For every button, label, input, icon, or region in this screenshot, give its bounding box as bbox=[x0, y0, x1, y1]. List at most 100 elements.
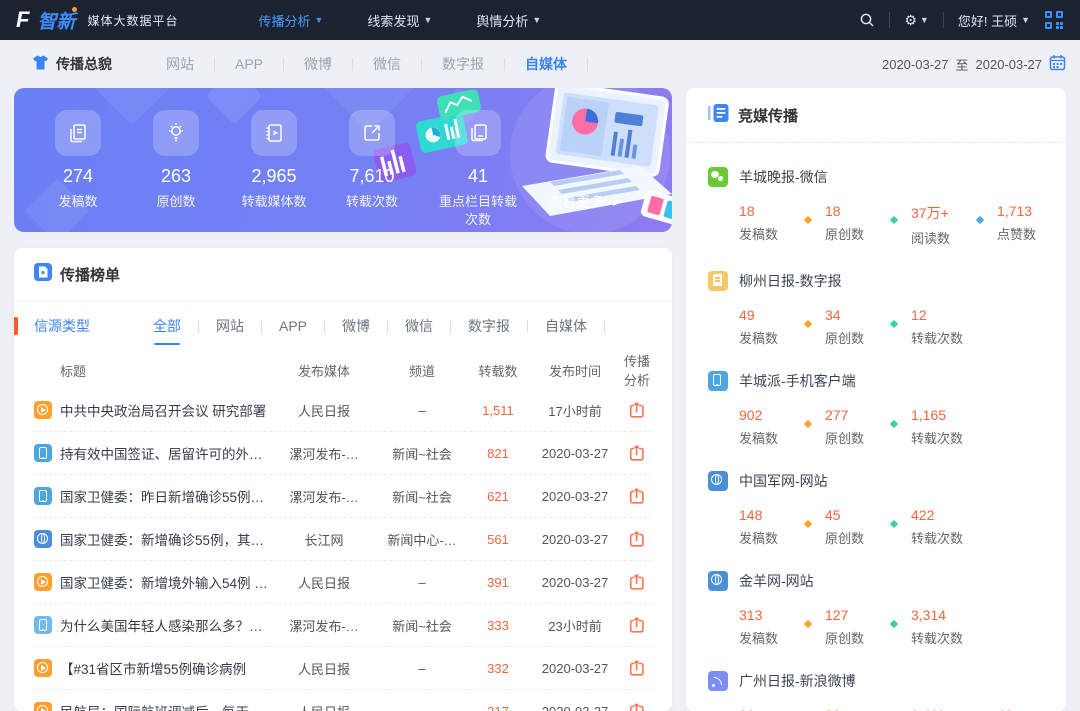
source-type-icon bbox=[34, 573, 52, 591]
article-title[interactable]: 持有效中国签证、居留许可的外… bbox=[60, 443, 272, 463]
view-more-link[interactable]: 查看更多>> bbox=[548, 192, 620, 228]
publish-time: 2020-03-27 bbox=[528, 446, 622, 461]
filter-all[interactable]: 全部 bbox=[136, 301, 198, 351]
source-type-icon bbox=[34, 702, 52, 711]
analysis-share-icon[interactable] bbox=[622, 658, 652, 678]
competitor-name-row[interactable]: 羊城派-手机客户端 bbox=[708, 371, 1044, 391]
article-title[interactable]: 中共中央政治局召开会议 研究部署 bbox=[60, 400, 272, 420]
channel: – bbox=[376, 575, 468, 590]
filter-website[interactable]: 网站 bbox=[199, 301, 261, 351]
analysis-share-icon[interactable] bbox=[622, 615, 652, 635]
divider bbox=[889, 12, 890, 28]
analysis-share-icon[interactable] bbox=[622, 701, 652, 711]
article-title[interactable]: 国家卫健委：昨日新增确诊55例… bbox=[60, 486, 272, 506]
diamond-separator bbox=[890, 620, 898, 628]
competitor-name-row[interactable]: 中国军网-网站 bbox=[708, 471, 1044, 491]
stat-label: 阅读数 bbox=[911, 228, 963, 247]
filter-digital-paper[interactable]: 数字报 bbox=[451, 301, 527, 351]
stat: 277原创数 bbox=[825, 407, 877, 447]
publish-time: 2020-03-27 bbox=[528, 661, 622, 676]
channel: 新闻~社会 bbox=[376, 487, 468, 506]
user-greeting[interactable]: 您好! 王硕 ▼ bbox=[958, 11, 1030, 30]
tab-app[interactable]: APP bbox=[215, 56, 283, 72]
competitor-name: 广州日报-新浪微博 bbox=[739, 671, 856, 691]
article-title[interactable]: 国家卫健委：新增境外输入54例 … bbox=[60, 572, 272, 592]
stat-label: 原创数 bbox=[156, 193, 195, 211]
channel: 新闻~社会 bbox=[376, 444, 468, 463]
stat-value: 49 bbox=[739, 307, 791, 323]
tab-wechat[interactable]: 微信 bbox=[353, 54, 421, 74]
competitor-name-row[interactable]: 广州日报-新浪微博 bbox=[708, 671, 1044, 691]
analysis-share-icon[interactable] bbox=[622, 400, 652, 420]
table-header: 标题 发布媒体 频道 转载数 发布时间 传播分析 bbox=[34, 351, 652, 389]
competitor-name-row[interactable]: 羊城晚报-微信 bbox=[708, 167, 1044, 187]
tab-weibo[interactable]: 微博 bbox=[284, 54, 352, 74]
logo-f-icon: F bbox=[16, 9, 29, 31]
col-channel: 频道 bbox=[376, 361, 468, 380]
analysis-share-icon[interactable] bbox=[622, 572, 652, 592]
channel: 新闻中心-… bbox=[376, 530, 468, 549]
filter-label[interactable]: 信源类型 bbox=[34, 316, 90, 336]
chevron-down-icon: ▼ bbox=[532, 15, 541, 25]
star-document-icon bbox=[34, 263, 52, 285]
tab-overview-label: 传播总貌 bbox=[56, 54, 112, 74]
filter-app[interactable]: APP bbox=[262, 301, 324, 351]
tab-digital-paper[interactable]: 数字报 bbox=[422, 54, 504, 74]
competitor-name-row[interactable]: 金羊网-网站 bbox=[708, 571, 1044, 591]
nav-item-sentiment-analysis[interactable]: 舆情分析 ▼ bbox=[476, 11, 541, 30]
stat: 902发稿数 bbox=[739, 407, 791, 447]
channel: 新闻~社会 bbox=[376, 616, 468, 635]
stat-label: 发稿数 bbox=[739, 224, 791, 243]
channel: – bbox=[376, 403, 468, 418]
repost-count: 821 bbox=[468, 446, 528, 461]
filter-wechat[interactable]: 微信 bbox=[388, 301, 450, 351]
stats-banner: 274 发稿数 263 原创数 2,965 bbox=[14, 88, 672, 232]
analysis-share-icon[interactable] bbox=[622, 529, 652, 549]
article-title[interactable]: 为什么美国年轻人感染那么多？… bbox=[60, 615, 272, 635]
stat-label: 转载次数 bbox=[911, 628, 963, 647]
qr-code-icon[interactable] bbox=[1044, 10, 1064, 30]
logo[interactable]: F 智新 媒体大数据平台 bbox=[16, 7, 178, 34]
competitor-entry: 中国军网-网站 148发稿数 45原创数 422转载次数 bbox=[708, 471, 1044, 547]
mobile-app-icon bbox=[708, 371, 728, 391]
competitor-panel: 竞媒传播 羊城晚报-微信 18发稿数 18原创数 37万+阅读数 bbox=[686, 88, 1066, 711]
stat-value: 29 bbox=[739, 707, 791, 711]
tab-overview[interactable]: 传播总貌 bbox=[32, 54, 112, 74]
article-title[interactable]: 民航局：国际航班调减后，每天… bbox=[60, 701, 272, 711]
table-row: 中共中央政治局召开会议 研究部署 人民日报 – 1,511 17小时前 bbox=[34, 389, 652, 432]
stat-label: 发稿数 bbox=[739, 428, 791, 447]
stat-value: 18 bbox=[739, 203, 791, 219]
stat-value: 18 bbox=[825, 203, 877, 219]
banner-stats: 274 发稿数 263 原创数 2,965 bbox=[14, 88, 672, 228]
stat-key-column-repost: 41 重点栏目转载次数 bbox=[434, 110, 522, 228]
filter-self-media[interactable]: 自媒体 bbox=[528, 301, 604, 351]
tab-self-media[interactable]: 自媒体 bbox=[505, 54, 587, 74]
search-icon[interactable] bbox=[859, 12, 875, 28]
stat-published: 274 发稿数 bbox=[42, 110, 114, 228]
article-title[interactable]: 国家卫健委：新增确诊55例，其… bbox=[60, 529, 272, 549]
nav-item-clue-discovery[interactable]: 线索发现 ▼ bbox=[367, 11, 432, 30]
nav-item-communication-analysis[interactable]: 传播分析 ▼ bbox=[258, 11, 323, 30]
stat-value: 34 bbox=[825, 307, 877, 323]
tab-website[interactable]: 网站 bbox=[146, 54, 214, 74]
stat: 1,165转载次数 bbox=[911, 407, 963, 447]
stat-label: 转载次数 bbox=[911, 528, 963, 547]
date-from: 2020-03-27 bbox=[882, 57, 949, 72]
date-range-picker[interactable]: 2020-03-27 至 2020-03-27 bbox=[882, 54, 1066, 74]
analysis-share-icon[interactable] bbox=[622, 486, 652, 506]
competitor-name-row[interactable]: 柳州日报-数字报 bbox=[708, 271, 1044, 291]
gear-icon[interactable]: ⚙▼ bbox=[904, 12, 928, 29]
source-type-icon bbox=[34, 659, 52, 677]
filter-weibo[interactable]: 微博 bbox=[325, 301, 387, 351]
publish-time: 23小时前 bbox=[528, 616, 622, 635]
filter-tabs: 全部 网站 APP 微博 微信 数字报 自媒体 bbox=[136, 301, 605, 351]
calendar-icon[interactable] bbox=[1049, 54, 1066, 74]
stat-value: 263 bbox=[161, 166, 191, 187]
analysis-share-icon[interactable] bbox=[622, 443, 652, 463]
left-column: 274 发稿数 263 原创数 2,965 bbox=[14, 88, 672, 711]
article-title[interactable]: 【#31省区市新增55例确诊病例 bbox=[60, 658, 272, 678]
source-type-icon bbox=[34, 616, 52, 634]
repost-count: 561 bbox=[468, 532, 528, 547]
subnav: 传播总貌 网站 APP 微博 微信 数字报 自媒体 2020-03-27 至 2… bbox=[0, 40, 1080, 88]
stat-value: 313 bbox=[739, 607, 791, 623]
